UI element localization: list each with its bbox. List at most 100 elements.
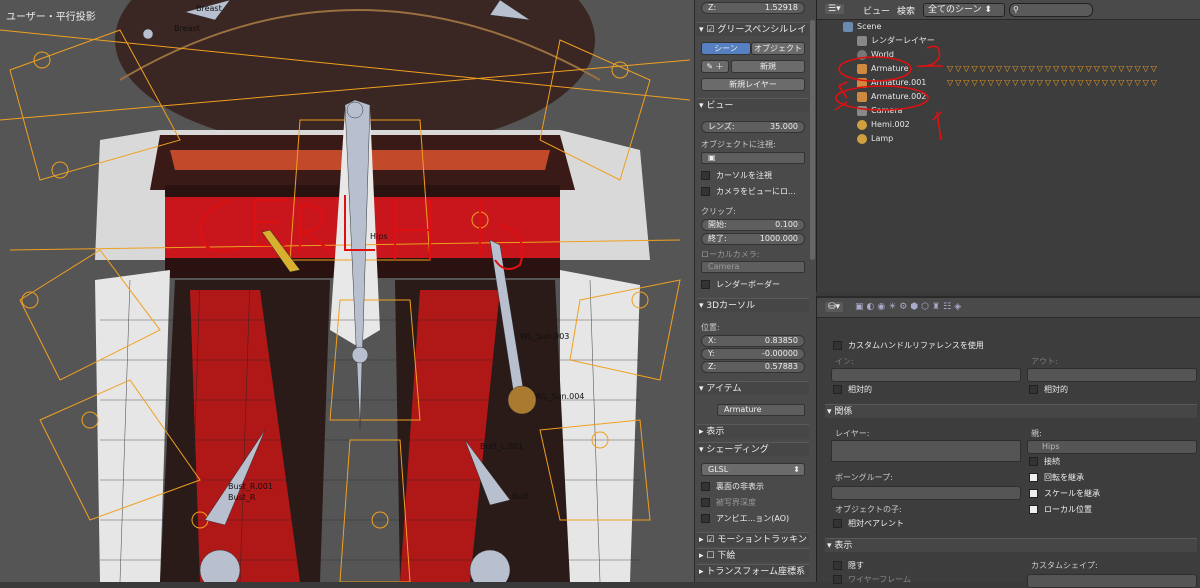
lock-cursor-checkbox[interactable]: カーソルを注視 [701, 170, 811, 182]
cursor-y-value: -0.00000 [762, 349, 798, 358]
inherit-rotation-checkbox[interactable]: 回転を継承 [1029, 472, 1139, 484]
lens-label: レンズ: [708, 122, 735, 131]
item-header-label: アイテム [706, 384, 742, 394]
relative-parent-checkbox[interactable]: 相対ペアレント [833, 518, 943, 530]
cursor-x-value: 0.83850 [764, 336, 798, 345]
3d-cursor-label: 3Dカーソル [706, 301, 756, 311]
shading-header[interactable]: ▾ シェーディング [697, 442, 809, 456]
display-header-label: 表示 [706, 427, 725, 437]
item-name-field[interactable]: Armature [717, 404, 805, 416]
dof-checkbox[interactable]: 被写界深度 [701, 497, 811, 509]
clip-end-label: 終了: [708, 234, 727, 243]
hide-checkbox[interactable]: 隠す [833, 560, 943, 572]
cursor-z-field[interactable]: Z: 0.57883 [701, 361, 805, 373]
bone-group-label: ボーングループ: [835, 473, 893, 482]
display-section-header[interactable]: ▾ 表示 [825, 538, 1197, 552]
in-relative-label: 相対的 [848, 385, 872, 394]
lock-object-field[interactable]: ▣ [701, 152, 805, 164]
cursor-y-label: Y: [708, 349, 715, 358]
bbone-out-field[interactable] [1027, 368, 1197, 382]
clip-start-field[interactable]: 開始: 0.100 [701, 219, 805, 231]
cursor-x-label: X: [708, 336, 717, 345]
bone-label: Bust_R [228, 493, 256, 502]
grease-pencil-label: グリースペンシルレイ [717, 25, 807, 35]
display-section-label: 表示 [834, 541, 853, 551]
inherit-rotation-label: 回転を継承 [1044, 473, 1084, 482]
bone-label: WL_Sun.004 [535, 392, 585, 401]
dropdown-arrow-icon: ⬍ [793, 465, 800, 474]
render-border-checkbox[interactable]: レンダーボーダー [701, 279, 811, 291]
shading-mode-value: GLSL [708, 465, 729, 474]
cursor-x-field[interactable]: X: 0.83850 [701, 335, 805, 347]
bone-label: Butt_L.001 [480, 442, 524, 451]
custom-shape-field[interactable] [1027, 574, 1197, 588]
shading-header-label: シェーディング [706, 445, 769, 455]
object-button[interactable]: オブジェクト [751, 42, 805, 55]
viewport-view-label: ユーザー・平行投影 [6, 12, 96, 23]
cube-icon: ▣ [708, 153, 716, 162]
scene-button[interactable]: シーン [701, 42, 751, 55]
new-button[interactable]: 新規 [731, 60, 805, 73]
3d-cursor-header[interactable]: ▾ 3Dカーソル [697, 298, 809, 312]
dof-label: 被写界深度 [716, 498, 756, 507]
connect-label: 接続 [1044, 457, 1060, 466]
shading-mode-dropdown[interactable]: GLSL ⬍ [701, 463, 805, 476]
ao-checkbox[interactable]: アンビエ...ョン(AO) [701, 513, 811, 525]
local-location-label: ローカル位置 [1044, 505, 1092, 514]
context-tab-icons[interactable]: ▣◐◉☀⚙⬢⬡♜☷◈ [855, 302, 964, 312]
shelf-scrollbar[interactable] [810, 20, 815, 260]
out-label: アウト: [1031, 357, 1058, 366]
outliner: ☰▾ ビュー 検索 全てのシーン ⬍ ⚲ Scene レンダーレイヤー Worl… [816, 0, 1200, 292]
out-relative-checkbox[interactable]: 相対的 [1029, 384, 1139, 396]
background-images-label: 下絵 [717, 551, 736, 561]
lock-cursor-label: カーソルを注視 [716, 171, 772, 180]
inherit-scale-checkbox[interactable]: スケールを継承 [1029, 488, 1139, 500]
pencil-plus-button[interactable]: ✎ ＋ [701, 60, 729, 73]
camera-value: Camera [708, 262, 740, 271]
relations-header[interactable]: ▾ 関係 [825, 404, 1197, 418]
item-header[interactable]: ▾ アイテム [697, 381, 809, 395]
ao-label: アンビエ...ョン(AO) [716, 514, 790, 523]
new-layer-button[interactable]: 新規レイヤー [701, 78, 805, 91]
transform-orientations-header[interactable]: ▸ トランスフォーム座標系 [697, 564, 809, 578]
inherit-scale-label: スケールを継承 [1044, 489, 1100, 498]
lens-field[interactable]: レンズ: 35.000 [701, 121, 805, 133]
wire-label: ワイヤーフレーム [848, 575, 912, 584]
editor-type-icon[interactable]: ⛁▾ [825, 302, 844, 312]
clip-start-value: 0.100 [775, 220, 798, 229]
parent-label: 親: [1031, 429, 1042, 438]
z-field-value: 1.52918 [764, 3, 798, 12]
connect-checkbox[interactable]: 接続 [1029, 456, 1139, 468]
lock-camera-checkbox[interactable]: カメラをビューにロ... [701, 186, 811, 198]
in-label: イン: [835, 357, 854, 366]
3d-viewport[interactable]: ユーザー・平行投影 Breast Breast Hips WL_Sun.003 … [0, 0, 694, 582]
in-relative-checkbox[interactable]: 相対的 [833, 384, 943, 396]
hide-label: 隠す [848, 561, 864, 570]
render-border-label: レンダーボーダー [716, 280, 780, 289]
view-header[interactable]: ▾ ビュー [697, 98, 809, 112]
motion-tracking-header[interactable]: ▸ ☑ モーショントラッキン [697, 532, 809, 546]
bone-label: Hips [370, 232, 388, 241]
cursor-y-field[interactable]: Y: -0.00000 [701, 348, 805, 360]
bone-properties-editor: ⛁▾ ▣◐◉☀⚙⬢⬡♜☷◈ カスタムハンドルリファレンスを使用 イン: アウト:… [816, 296, 1200, 588]
clip-end-field[interactable]: 終了: 1000.000 [701, 233, 805, 245]
bbone-in-field[interactable] [831, 368, 1021, 382]
bone-group-field[interactable] [831, 486, 1021, 500]
grease-pencil-header[interactable]: ▾ ☑ グリースペンシルレイ [697, 22, 809, 36]
cursor-z-label: Z: [708, 362, 717, 371]
bone-layers-grid[interactable] [831, 440, 1021, 462]
view-header-label: ビュー [706, 101, 734, 111]
backface-checkbox[interactable]: 裏面の非表示 [701, 481, 811, 493]
z-field[interactable]: Z: 1.52918 [701, 2, 805, 14]
layer-label: レイヤー: [835, 429, 870, 438]
local-location-checkbox[interactable]: ローカル位置 [1029, 504, 1139, 516]
z-field-label: Z: [708, 3, 717, 12]
wire-checkbox[interactable]: ワイヤーフレーム [833, 574, 943, 586]
red-annotation-marks [834, 45, 943, 141]
display-header[interactable]: ▸ 表示 [697, 424, 809, 438]
parent-field[interactable]: Hips [1027, 440, 1197, 454]
background-images-header[interactable]: ▸ ☐ 下絵 [697, 548, 809, 562]
custom-handle-label: カスタムハンドルリファレンスを使用 [848, 341, 984, 350]
local-camera-field[interactable]: Camera [701, 261, 805, 273]
custom-handle-checkbox[interactable]: カスタムハンドルリファレンスを使用 [833, 340, 1133, 352]
